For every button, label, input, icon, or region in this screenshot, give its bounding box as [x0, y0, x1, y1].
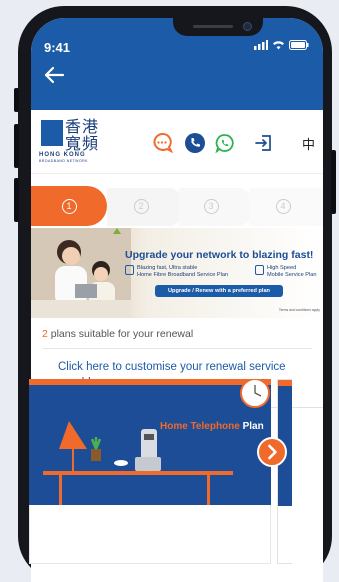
back-arrow-icon[interactable] [41, 64, 67, 86]
brand-row: 香港寬頻 HONG KONG BROADBAND NETWORK 中 [31, 110, 323, 174]
plans-summary: 2 plans suitable for your renewal [31, 318, 323, 359]
banner-feature-broadband: Blazing fast, Ultra stable Home Fibre Bro… [125, 265, 228, 278]
banner-headline: Upgrade your network to blazing fast! [125, 249, 314, 261]
language-toggle[interactable]: 中 [302, 134, 315, 153]
status-icons [254, 40, 309, 50]
logo-chinese: 香港寬頻 [65, 117, 100, 153]
volume-down-button [14, 178, 19, 222]
signal-icon [254, 40, 268, 50]
desk-top [43, 471, 233, 475]
banner-feature-mobile: High Speed Mobile Service Plan [255, 265, 316, 278]
home-icon [125, 265, 134, 275]
next-plan-arrow-icon[interactable] [257, 437, 287, 467]
card-title: Home Telephone Plan [160, 421, 264, 432]
whatsapp-icon[interactable] [214, 132, 236, 154]
logo-sub: BROADBAND NETWORK [39, 159, 88, 163]
step-4: 4 [247, 186, 319, 226]
power-button [331, 150, 336, 214]
login-icon[interactable] [253, 132, 275, 154]
phone-call-icon[interactable] [184, 132, 206, 154]
status-time: 9:41 [44, 40, 71, 55]
volume-up-button [14, 124, 19, 168]
telephone-plan-illustration [59, 379, 270, 471]
family-photo [31, 228, 131, 318]
next-plan-card-peek[interactable] [277, 379, 292, 564]
chat-icon[interactable] [151, 132, 173, 154]
hkbn-logo[interactable]: 香港寬頻 HONG KONG BROADBAND NETWORK [39, 118, 103, 164]
top-bar: 9:41 [31, 18, 323, 110]
plans-label: plans suitable for your renewal [47, 328, 194, 340]
notch [173, 18, 263, 36]
promo-banner[interactable]: Upgrade your network to blazing fast! Bl… [31, 228, 323, 318]
plan-card-body [29, 505, 271, 564]
desk-leg-left [59, 475, 62, 505]
step-1: 1 [31, 186, 107, 226]
logo-mark [41, 120, 63, 146]
progress-steps: 1 2 3 4 [31, 182, 323, 228]
battery-icon [289, 40, 309, 50]
upgrade-renew-button[interactable]: Upgrade / Renew with a preferred plan [155, 285, 283, 297]
desk-leg-right [207, 475, 210, 505]
wifi-icon [273, 41, 284, 50]
mobile-icon [255, 265, 264, 275]
step-3: 3 [175, 186, 247, 226]
step-2: 2 [105, 186, 177, 226]
logo-english: HONG KONG [39, 152, 86, 158]
terms-note: Terms and conditions apply [278, 308, 320, 312]
mute-switch [14, 88, 19, 112]
plan-card-home-telephone[interactable]: Home Telephone Plan [29, 379, 271, 505]
